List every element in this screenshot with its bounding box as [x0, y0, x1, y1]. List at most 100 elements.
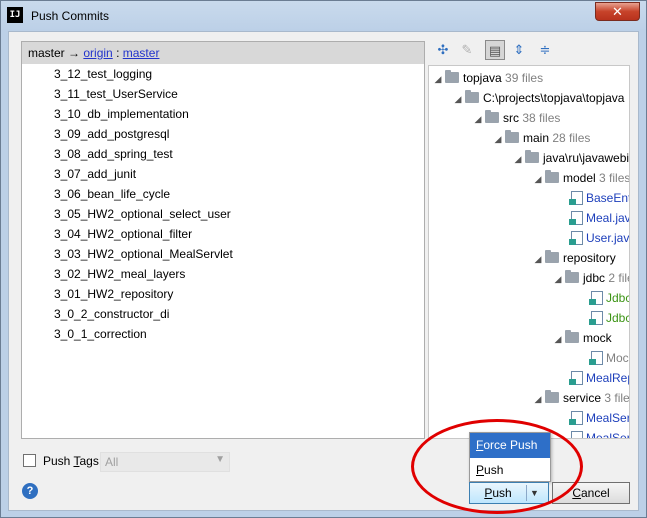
node-count: 28 files [552, 131, 591, 145]
tree-node-main[interactable]: ◢ main 28 files [491, 128, 590, 148]
tree-node-repository[interactable]: ◢ repository [531, 248, 616, 268]
folder-icon [565, 270, 579, 283]
folder-icon [545, 250, 559, 263]
node-label: java\ru\javawebinar [543, 151, 630, 165]
tags-select[interactable]: All ▼ [100, 452, 230, 472]
expanded-arrow-icon[interactable]: ◢ [511, 149, 525, 169]
commit-item[interactable]: 3_05_HW2_optional_select_user [22, 204, 424, 224]
tree-file-service-1[interactable]: MealService.java [569, 408, 629, 428]
node-count: 2 files [608, 271, 629, 285]
expanded-arrow-icon[interactable]: ◢ [531, 249, 545, 269]
node-label: repository [563, 251, 616, 265]
node-count: 39 files [505, 71, 544, 85]
commit-item[interactable]: 3_06_bean_life_cycle [22, 184, 424, 204]
local-branch: master [28, 46, 65, 60]
folder-icon [545, 170, 559, 183]
commit-item[interactable]: 3_10_db_implementation [22, 104, 424, 124]
push-menu-item[interactable]: Push [470, 458, 550, 483]
java-file-icon [569, 371, 583, 385]
folder-icon [505, 130, 519, 143]
expand-all-icon[interactable]: ⇕ [509, 40, 529, 60]
expanded-arrow-icon[interactable]: ◢ [431, 69, 445, 89]
java-file-icon [589, 311, 603, 325]
tree-node-jdbc[interactable]: ◢ jdbc 2 files [551, 268, 629, 289]
commit-item[interactable]: 3_08_add_spring_test [22, 144, 424, 164]
changed-files-tree: ◢ topjava 39 files ◢ C:\projects\topjava\t… [428, 65, 630, 439]
edit-source-icon[interactable]: ✎ [457, 40, 477, 60]
commit-item[interactable]: 3_09_add_postgresql [22, 124, 424, 144]
tree-node-model[interactable]: ◢ model 3 files [531, 168, 629, 189]
commit-item[interactable]: 3_12_test_logging [22, 64, 424, 84]
expand-icon[interactable]: ✣ [433, 40, 453, 60]
tree-node-mock[interactable]: ◢ mock [551, 328, 612, 348]
expanded-arrow-icon[interactable]: ◢ [531, 389, 545, 409]
tree-file-service-2[interactable]: MealServiceImpl.java [571, 428, 629, 438]
commits-panel: master → origin : master 3_12_test_loggi… [21, 41, 425, 439]
chevron-down-icon: ▼ [215, 454, 225, 465]
expanded-arrow-icon[interactable]: ◢ [551, 329, 565, 349]
file-label: JdbcMealRepositoryImpl.java [606, 291, 629, 305]
push-button-label: Push [484, 486, 512, 500]
push-commits-dialog: IJ Push Commits ✕ master → origin : mast… [0, 0, 647, 518]
commit-list: 3_12_test_logging 3_11_test_UserService … [22, 64, 424, 344]
push-button[interactable]: Push ▼ [469, 482, 549, 504]
folder-icon [525, 150, 539, 163]
help-button[interactable]: ? [22, 483, 38, 499]
title-bar: IJ Push Commits ✕ [1, 1, 646, 31]
node-label: mock [583, 331, 612, 345]
expanded-arrow-icon[interactable]: ◢ [551, 269, 565, 289]
tree-file-meal-repository[interactable]: MealRepository.java [569, 368, 629, 388]
remote-link[interactable]: origin [83, 46, 112, 60]
tree-node-java-package[interactable]: ◢ java\ru\javawebinar [511, 148, 630, 169]
collapse-all-icon[interactable]: ≑ [535, 40, 555, 60]
group-by-directory-icon[interactable]: ▤ [485, 40, 505, 60]
java-file-icon [589, 351, 603, 365]
tree-file-mock[interactable]: MockUserRepositoryImpl.java [589, 348, 629, 368]
node-label: src [503, 111, 519, 125]
commit-item[interactable]: 3_0_2_constructor_di [22, 304, 424, 324]
tree-file-base-entity[interactable]: BaseEntity.java [569, 188, 629, 208]
button-separator [526, 485, 527, 501]
tree-node-topjava[interactable]: ◢ topjava 39 files [431, 68, 543, 88]
node-count: 3 files [604, 391, 630, 405]
cancel-button[interactable]: Cancel [552, 482, 630, 504]
dropdown-arrow-icon[interactable]: ▼ [530, 483, 539, 503]
tree-node-src[interactable]: ◢ src 38 files [471, 108, 560, 128]
branch-header[interactable]: master → origin : master [22, 42, 424, 64]
push-tags-label[interactable]: Push Tags: [43, 454, 102, 468]
tree-file-jdbc-1[interactable]: JdbcMealRepositoryImpl.java [589, 288, 629, 308]
tree-file-user[interactable]: User.java [569, 228, 630, 248]
commit-item[interactable]: 3_04_HW2_optional_filter [22, 224, 424, 244]
push-options-menu: Force Push Push [469, 432, 551, 482]
tree-file-meal[interactable]: Meal.java [569, 208, 629, 228]
push-tags-checkbox[interactable] [23, 454, 36, 467]
close-button[interactable]: ✕ [595, 2, 640, 21]
node-label: topjava [463, 71, 502, 85]
commit-item[interactable]: 3_07_add_junit [22, 164, 424, 184]
arrow-icon: → [68, 46, 81, 60]
dialog-content: master → origin : master 3_12_test_loggi… [8, 31, 639, 511]
node-label: main [523, 131, 550, 145]
commit-item[interactable]: 3_03_HW2_optional_MealServlet [22, 244, 424, 264]
node-label: service [563, 391, 602, 405]
file-label: MealService.java [586, 411, 629, 425]
commit-item[interactable]: 3_11_test_UserService [22, 84, 424, 104]
force-push-menu-item[interactable]: Force Push [470, 433, 550, 458]
expanded-arrow-icon[interactable]: ◢ [491, 129, 505, 149]
tree-node-project-path[interactable]: ◢ C:\projects\topjava\topjava [451, 88, 624, 108]
folder-icon [485, 110, 499, 123]
tags-select-value: All [105, 455, 119, 469]
tree-file-jdbc-2[interactable]: JdbcUserRepositoryImpl.java [589, 308, 629, 328]
expanded-arrow-icon[interactable]: ◢ [531, 169, 545, 189]
commit-item[interactable]: 3_02_HW2_meal_layers [22, 264, 424, 284]
tree-node-service[interactable]: ◢ service 3 files [531, 388, 630, 409]
node-label: model [563, 171, 596, 185]
expanded-arrow-icon[interactable]: ◢ [471, 109, 485, 129]
node-label: C:\projects\topjava\topjava [483, 91, 625, 105]
commit-item[interactable]: 3_01_HW2_repository [22, 284, 424, 304]
expanded-arrow-icon[interactable]: ◢ [451, 89, 465, 109]
remote-branch-link[interactable]: master [123, 46, 160, 60]
file-label: User.java [586, 231, 630, 245]
commit-item[interactable]: 3_0_1_correction [22, 324, 424, 344]
node-label: jdbc [583, 271, 606, 285]
